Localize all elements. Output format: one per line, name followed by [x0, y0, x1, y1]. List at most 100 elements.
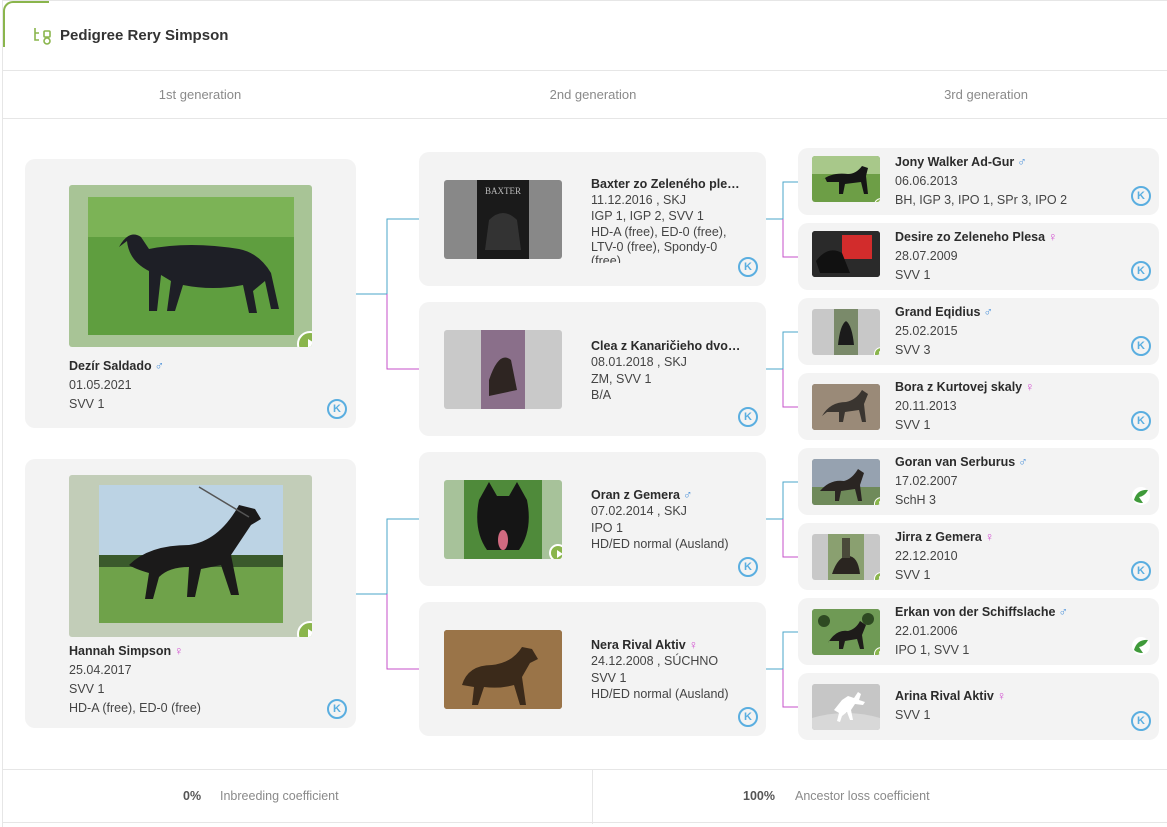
dog-card-gen3-6[interactable]: Jirra z Gemera ♀ 22.12.2010 SVV 1 K [798, 523, 1159, 590]
dog-card-gen2-4[interactable]: Nera Rival Aktiv ♀ 24.12.2008 , SÚCHNO SV… [419, 602, 766, 736]
dog-name[interactable]: Desire zo Zeleneho Plesa ♀ [895, 230, 1057, 244]
dog-titles: SVV 1 [895, 268, 931, 282]
dog-name[interactable]: Hannah Simpson ♀ [69, 644, 183, 658]
dog-birth-date: 11.12.2016 , SKJ [591, 193, 686, 207]
dog-name[interactable]: Dezír Saldado ♂ [69, 359, 164, 373]
dog-titles: SVV 3 [895, 343, 931, 357]
connector-sire-2 [355, 518, 419, 595]
dog-birth-date: 25.04.2017 [69, 663, 132, 677]
dog-card-gen3-2[interactable]: Desire zo Zeleneho Plesa ♀ 28.07.2009 SVV… [798, 223, 1159, 290]
dog-photo[interactable] [812, 534, 880, 580]
jumping-dog-placeholder-icon [812, 684, 880, 730]
dog-name[interactable]: Erkan von der Schiffslache ♂ [895, 605, 1068, 619]
dog-photo[interactable] [69, 475, 312, 637]
dog-name[interactable]: Arina Rival Aktiv ♀ [895, 689, 1006, 703]
dog-photo[interactable] [444, 480, 562, 559]
dog-birth-date: 17.02.2007 [895, 474, 958, 488]
connector-dam-1 [386, 294, 419, 370]
k-club-logo-icon[interactable]: K [738, 407, 758, 427]
connector-dam-6 [782, 669, 798, 708]
dog-name[interactable]: Oran z Gemera ♂ [591, 488, 692, 502]
k-club-logo-icon[interactable]: K [1131, 186, 1151, 206]
dog-name[interactable]: Jirra z Gemera ♀ [895, 530, 994, 544]
dog-name[interactable]: Bora z Kurtovej skaly ♀ [895, 380, 1035, 394]
connector-sire-6 [765, 631, 798, 670]
dog-photo[interactable] [812, 609, 880, 655]
dog-card-gen3-8[interactable]: Arina Rival Aktiv ♀ SVV 1 K [798, 673, 1159, 740]
dog-titles: IPO 1, SVV 1 [895, 643, 970, 657]
dog-photo[interactable] [812, 459, 880, 505]
connector-sire-3 [765, 181, 798, 220]
connector-dam-3 [782, 219, 798, 258]
dog-photo[interactable] [812, 384, 880, 430]
dog-photo[interactable] [69, 185, 312, 347]
dog-titles: IPO 1 [591, 521, 623, 535]
dog-card-gen3-5[interactable]: Goran van Serburus ♂ 17.02.2007 SchH 3 [798, 448, 1159, 515]
dog-birth-date: 20.11.2013 [895, 399, 957, 413]
dog-health: HD/ED normal (Ausland) [591, 537, 729, 551]
k-club-logo-icon[interactable]: K [327, 699, 347, 719]
dog-titles: IGP 1, IGP 2, SVV 1 [591, 209, 704, 223]
dog-photo[interactable] [812, 309, 880, 355]
k-club-logo-icon[interactable]: K [327, 399, 347, 419]
k-club-logo-icon[interactable]: K [738, 707, 758, 727]
dog-birth-date: 28.07.2009 [895, 249, 958, 263]
dog-card-gen3-1[interactable]: Jony Walker Ad-Gur ♂ 06.06.2013 BH, IGP 3… [798, 148, 1159, 215]
dog-card-gen1-dam[interactable]: Hannah Simpson ♀ 25.04.2017 SVV 1 HD-A (f… [25, 459, 356, 728]
dog-birth-date: 01.05.2021 [69, 378, 132, 392]
connector-sire-4 [765, 331, 798, 370]
dog-name[interactable]: Nera Rival Aktiv ♀ [591, 638, 698, 652]
dog-health: HD/ED normal (Ausland) [591, 687, 729, 701]
coefficients-bar: 0% Inbreeding coefficient 100% Ancestor … [3, 769, 1167, 824]
dog-health: LTV-0 (free), Spondy-0 [591, 240, 718, 254]
dog-card-gen3-4[interactable]: Bora z Kurtovej skaly ♀ 20.11.2013 SVV 1 … [798, 373, 1159, 440]
dog-photo[interactable] [812, 231, 880, 277]
dog-card-gen1-sire[interactable]: Dezír Saldado ♂ 01.05.2021 SVV 1 K [25, 159, 356, 428]
dog-titles: SVV 1 [895, 708, 931, 722]
stats-divider [592, 770, 593, 824]
dog-health: (free) [591, 254, 621, 263]
dog-birth-date: 22.01.2006 [895, 624, 958, 638]
dog-photo[interactable]: BAXTER [444, 180, 562, 259]
dog-name[interactable]: Jony Walker Ad-Gur ♂ [895, 155, 1027, 169]
dog-birth-date: 06.06.2013 [895, 174, 958, 188]
dog-birth-date: 08.01.2018 , SKJ [591, 355, 687, 369]
dog-titles: SVV 1 [895, 568, 931, 582]
dog-photo[interactable] [812, 156, 880, 202]
dog-titles: SVV 1 [895, 418, 931, 432]
k-club-logo-icon[interactable]: K [738, 557, 758, 577]
dog-card-gen3-7[interactable]: Erkan von der Schiffslache ♂ 22.01.2006 I… [798, 598, 1159, 665]
k-club-logo-icon[interactable]: K [1131, 336, 1151, 356]
dog-titles: SchH 3 [895, 493, 936, 507]
dog-name[interactable]: Baxter zo Zeleného ples… [591, 177, 741, 191]
dog-titles: SVV 1 [69, 682, 105, 696]
play-video-button[interactable] [549, 544, 562, 559]
dog-photo[interactable] [444, 330, 562, 409]
k-club-logo-icon[interactable]: K [1131, 561, 1151, 581]
ancestor-loss-value: 100% [743, 789, 775, 803]
dog-placeholder-photo[interactable] [812, 684, 880, 730]
k-club-logo-icon[interactable]: K [1131, 711, 1151, 731]
k-club-logo-icon[interactable]: K [1131, 411, 1151, 431]
dog-titles: BH, IGP 3, IPO 1, SPr 3, IPO 2 [895, 193, 1068, 207]
dog-name[interactable]: Grand Eqidius ♂ [895, 305, 993, 319]
dog-titles: SVV 1 [69, 397, 105, 411]
k-club-logo-icon[interactable]: K [1131, 261, 1151, 281]
connector-sire-1 [355, 218, 419, 295]
dog-card-gen2-2[interactable]: Clea z Kanaričieho dvor… 08.01.2018 , SK… [419, 302, 766, 436]
dog-card-gen2-3[interactable]: Oran z Gemera ♂ 07.02.2014 , SKJ IPO 1 HD… [419, 452, 766, 586]
dog-card-gen3-3[interactable]: Grand Eqidius ♂ 25.02.2015 SVV 3 K [798, 298, 1159, 365]
dog-titles: SVV 1 [591, 671, 627, 685]
connector-dam-2 [386, 594, 419, 670]
connector-dam-5 [782, 519, 798, 558]
dog-card-gen2-1[interactable]: BAXTER Baxter zo Zeleného ples… 11.12.20… [419, 152, 766, 286]
k-club-logo-icon[interactable]: K [738, 257, 758, 277]
dog-photo[interactable] [444, 630, 562, 709]
pedigree-page: Pedigree Rery Simpson 1st generation 2nd… [2, 0, 1167, 827]
dog-birth-date: 07.02.2014 , SKJ [591, 504, 687, 518]
green-leaf-logo-icon[interactable] [1131, 636, 1151, 656]
dog-name[interactable]: Goran van Serburus ♂ [895, 455, 1028, 469]
green-leaf-logo-icon[interactable] [1131, 486, 1151, 506]
dog-birth-date: 22.12.2010 [895, 549, 958, 563]
dog-name[interactable]: Clea z Kanaričieho dvor… [591, 339, 741, 353]
